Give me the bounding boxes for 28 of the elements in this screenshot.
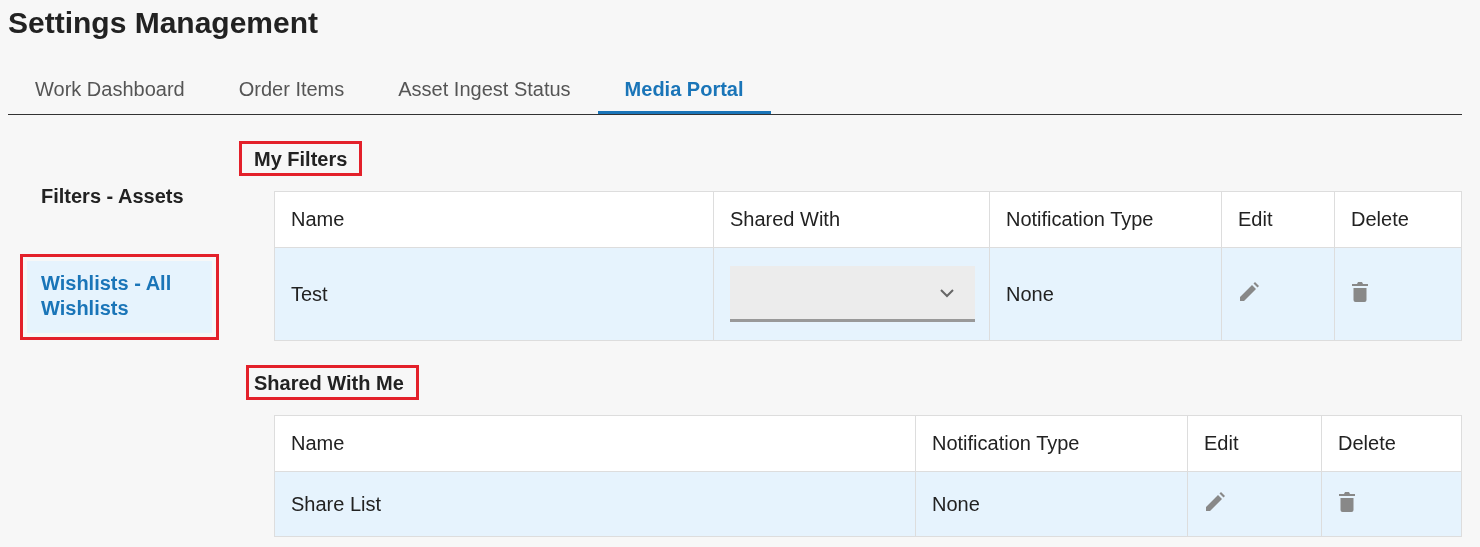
sidebar-link[interactable]: Filters - Assets (27, 174, 212, 221)
table-cell: Test (291, 282, 328, 305)
tab[interactable]: Order Items (211, 76, 372, 114)
table-cell: None (1006, 282, 1054, 305)
delete-icon[interactable] (1338, 490, 1356, 513)
table-cell: Share List (291, 492, 382, 515)
tab[interactable]: Media Portal (597, 76, 771, 114)
column-header: Name (274, 415, 916, 472)
column-header: Delete (1321, 415, 1462, 472)
column-header: Notification Type (989, 191, 1222, 248)
column-header: Shared With (713, 191, 990, 248)
column-header: Delete (1334, 191, 1462, 248)
shared-with-dropdown[interactable] (730, 266, 975, 322)
column-header: Notification Type (915, 415, 1188, 472)
tab[interactable]: Work Dashboard (8, 76, 212, 114)
column-header: Name (274, 191, 714, 248)
table-cell: None (932, 492, 980, 515)
chevron-down-icon (939, 288, 955, 298)
edit-icon[interactable] (1238, 280, 1260, 303)
section-title: Shared With Me (254, 372, 404, 394)
tab[interactable]: Asset Ingest Status (371, 76, 598, 114)
page-title: Settings Management (8, 5, 320, 41)
edit-icon[interactable] (1204, 490, 1226, 513)
delete-icon[interactable] (1351, 280, 1369, 303)
column-header: Edit (1187, 415, 1322, 472)
section-title: My Filters (254, 148, 348, 170)
sidebar-link[interactable]: Wishlists - All Wishlists (27, 261, 212, 333)
column-header: Edit (1221, 191, 1335, 248)
